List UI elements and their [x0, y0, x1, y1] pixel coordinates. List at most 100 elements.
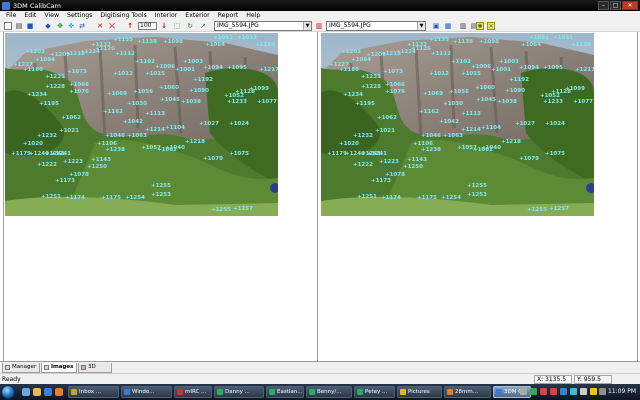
point-label[interactable]: +1062 [61, 115, 81, 121]
point-label[interactable]: +1195 [355, 101, 375, 107]
clock[interactable]: 11:09 PM [608, 386, 636, 397]
point-label[interactable]: +1162 [419, 109, 439, 115]
point-label[interactable]: +1095 [543, 65, 563, 71]
left-photo-canvas[interactable]: +1135+1132 +1138 +1098+1091 +1033+1112+1126… [5, 33, 278, 216]
point-label[interactable]: +1091 [213, 35, 233, 41]
point-label[interactable]: +1012 [429, 71, 449, 77]
point-label[interactable]: +1045 [476, 97, 496, 103]
point-label[interactable]: +1027 [199, 121, 219, 127]
point-label[interactable]: +1174 [381, 195, 401, 201]
point-label[interactable]: +1062 [473, 147, 493, 153]
start-button[interactable] [1, 385, 15, 399]
point-label[interactable]: +1090 [189, 88, 209, 94]
point-label[interactable]: +1098 [163, 39, 183, 45]
point-label[interactable]: +1250 [87, 164, 107, 170]
point-label[interactable]: +1066 [69, 82, 89, 88]
point-label[interactable]: +1231 [361, 74, 381, 80]
point-label[interactable]: +1232 [353, 133, 373, 139]
taskbar-task[interactable]: Pictures [397, 386, 442, 398]
point-label[interactable]: +1073 [383, 69, 403, 75]
point-label[interactable]: +1180 [339, 67, 359, 73]
right-image-pane[interactable]: +1135 +1132 +1138 +1098 +1091 +1033 +1112 +1126… [320, 32, 638, 361]
point-label[interactable]: +1228 [45, 84, 65, 90]
point-label[interactable]: +1180 [23, 67, 43, 73]
fit-icon[interactable]: ⬚ [173, 22, 181, 30]
tray-icon[interactable] [570, 388, 577, 395]
point-label[interactable]: +1046 [421, 133, 441, 139]
point-label[interactable]: +1030 [443, 101, 463, 107]
point-label[interactable]: +1232 [37, 133, 57, 139]
point-label[interactable]: +1091 [529, 35, 549, 41]
point-label[interactable]: +1069 [423, 91, 443, 97]
menu-exterior[interactable]: Exterior [181, 11, 213, 20]
right-photo[interactable]: +1135 +1132 +1138 +1098 +1091 +1033 +1112 +1126… [321, 33, 594, 216]
taskbar-task[interactable]: 28mm... [444, 386, 491, 398]
point-label[interactable]: +1231 [45, 74, 65, 80]
point-label[interactable]: +1084 [35, 57, 55, 63]
point-label[interactable]: +1255 [527, 207, 547, 213]
tray-icon[interactable] [550, 388, 557, 395]
ie-icon[interactable] [44, 388, 52, 396]
menu-interior[interactable]: Interior [151, 11, 182, 20]
point-label[interactable]: +1195 [39, 101, 59, 107]
point-label[interactable]: +1250 [403, 164, 423, 170]
point-label[interactable]: +1020 [23, 141, 43, 147]
point-label[interactable]: +1076 [385, 89, 405, 95]
point-label[interactable]: +1063 [443, 133, 463, 139]
tray-icon[interactable] [590, 388, 597, 395]
point-label[interactable]: +1228 [361, 84, 381, 90]
new-file-icon[interactable] [4, 22, 12, 30]
point-label[interactable]: +1135 [113, 37, 133, 43]
minimize-button[interactable]: – [598, 1, 609, 10]
point-label[interactable]: +1257 [233, 206, 253, 212]
point-label[interactable]: +1062 [377, 115, 397, 121]
point-label[interactable]: +1238 [421, 147, 441, 153]
tab-images[interactable]: Images [41, 363, 77, 373]
point-label[interactable]: +1064 [521, 42, 541, 48]
chevron-down-icon[interactable]: ▼ [303, 22, 311, 30]
taskbar-task[interactable]: Benny/... [306, 386, 352, 398]
point-label[interactable]: +1090 [505, 88, 525, 94]
taskbar-task[interactable]: Windo... [121, 386, 172, 398]
point-label[interactable]: +1006 [471, 64, 491, 70]
tab-3d-view[interactable]: 3D View [78, 363, 112, 379]
point-label[interactable]: +1027 [515, 121, 535, 127]
point-label[interactable]: +1076 [69, 89, 89, 95]
menu-digitising-tools[interactable]: Digitising Tools [96, 11, 150, 20]
point-label[interactable]: +1173 [55, 178, 75, 184]
point-icon[interactable]: ◆ [44, 22, 52, 30]
point-label[interactable]: +1073 [67, 69, 87, 75]
point-label[interactable]: +1030 [127, 101, 147, 107]
point-label[interactable]: +1257 [549, 206, 569, 212]
left-photo[interactable]: +1135 +1132 +1138 +1098 +1091 +1033 +1112 +1126… [5, 33, 278, 216]
point-label[interactable]: +1234 [343, 92, 363, 98]
point-label[interactable]: +1079 [519, 156, 539, 162]
volume-icon[interactable] [599, 388, 606, 395]
point-label[interactable]: +1001 [175, 67, 195, 73]
point-label[interactable]: +1255 [211, 207, 231, 213]
point-label[interactable]: +1102 [135, 59, 155, 65]
previous-image-icon[interactable]: ↗ [199, 22, 207, 30]
point-label[interactable]: +1042 [439, 119, 459, 125]
point-label[interactable]: +1003 [183, 59, 203, 65]
point-label[interactable]: +1024 [229, 121, 249, 127]
taskbar-task[interactable]: mIRC ... [174, 386, 212, 398]
point-label[interactable]: +1135 [429, 37, 449, 43]
point-label[interactable]: +1063 [127, 133, 147, 139]
point-label[interactable]: +1104 [481, 125, 501, 131]
point-label[interactable]: +1253 [467, 192, 487, 198]
refresh-icon[interactable]: ↻ [186, 22, 194, 30]
open-folder-icon[interactable]: ▤ [15, 22, 23, 30]
chevron-down-icon[interactable]: ▼ [417, 22, 425, 30]
point-label[interactable]: +1234 [27, 92, 47, 98]
point-label[interactable]: +1255 [151, 183, 171, 189]
point-label[interactable]: +1015 [461, 71, 481, 77]
point-label[interactable]: +1217 [259, 67, 278, 73]
point-label[interactable]: +1021 [59, 128, 79, 134]
taskbar-task[interactable]: Petey ... [354, 386, 395, 398]
menu-report[interactable]: Report [214, 11, 243, 20]
point-label[interactable]: +1098 [479, 39, 499, 45]
point-label[interactable]: +1021 [375, 128, 395, 134]
point-label[interactable]: +1192 [509, 77, 529, 83]
target-green-icon[interactable]: ✱ [476, 22, 484, 30]
